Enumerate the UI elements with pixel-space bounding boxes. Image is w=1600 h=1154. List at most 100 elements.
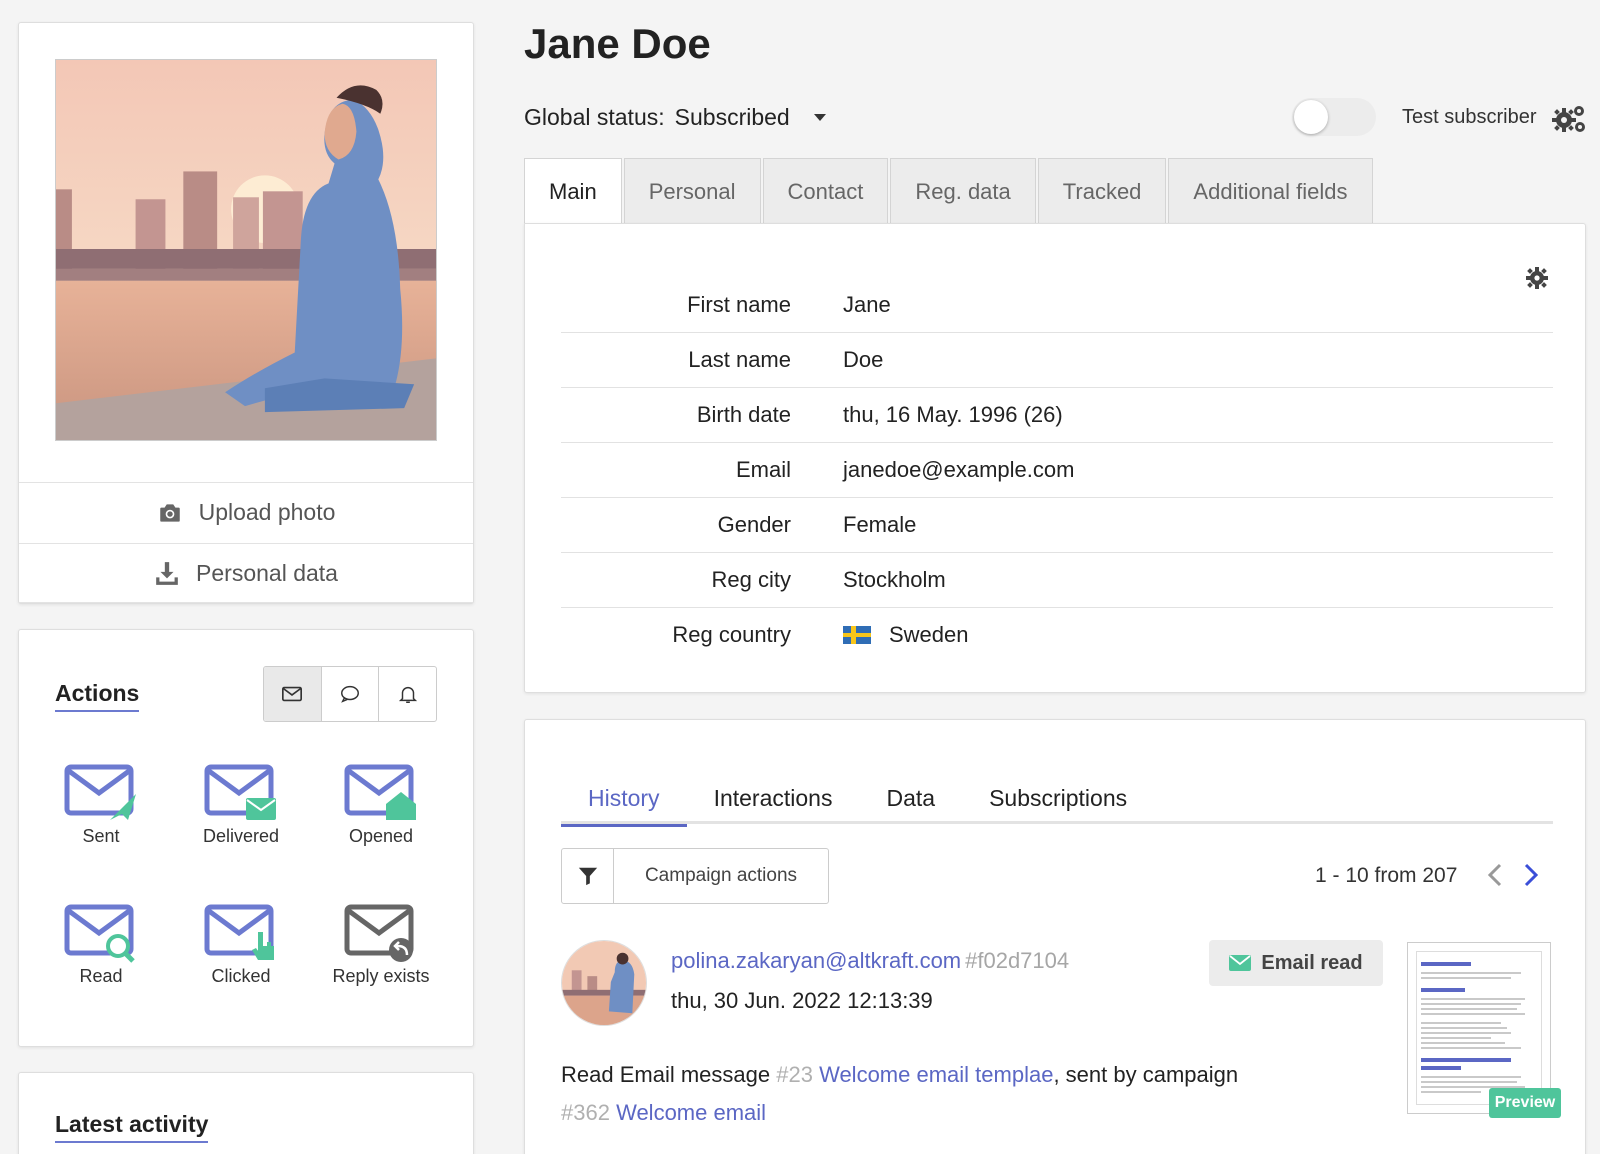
chat-bubble-icon [341,685,359,703]
field-value: Sweden [843,622,969,648]
message-link[interactable]: Welcome email templae [819,1062,1053,1087]
preview-page [1416,951,1542,1105]
filter-label: Campaign actions [644,865,798,886]
global-status-label: Global status: [524,104,665,130]
field-label: Reg country [672,622,791,647]
upload-photo-label: Upload photo [198,499,336,525]
tab-contact[interactable]: Contact [762,158,889,224]
bell-icon [398,686,417,703]
tab-main[interactable]: Main [524,158,622,225]
reg-country-value: Sweden [889,622,969,647]
field-row-first-name: First name Jane [561,278,1553,333]
avatar [561,940,647,1026]
field-label: Email [735,457,791,482]
message-id: #23 [776,1062,813,1087]
global-status-value[interactable]: Subscribed [675,104,790,131]
action-clicked[interactable]: Clicked [171,902,311,987]
action-opened[interactable]: Opened [311,762,451,847]
tab-tracked[interactable]: Tracked [1037,158,1167,224]
photo-card: Upload photo Personal data [18,22,474,604]
gender-value: Female [843,512,917,537]
activity-email-link[interactable]: polina.zakaryan@altkraft.com [671,948,961,973]
toggle-knob [1294,100,1328,134]
action-delivered-label: Delivered [202,826,280,846]
personal-data-label: Personal data [196,559,338,586]
tab-interactions[interactable]: Interactions [687,772,860,824]
field-label: Last name [688,347,791,372]
field-row-reg-country: Reg country Sweden [561,608,1553,663]
tab-personal[interactable]: Personal [623,158,761,224]
envelope-read-icon [64,904,135,963]
tab-reg-data[interactable]: Reg. data [890,158,1036,224]
campaign-actions-filter[interactable]: Campaign actions [561,848,829,904]
sweden-flag-icon [843,626,871,644]
sms-channel-button[interactable] [322,667,380,721]
field-row-gender: Gender Female [561,498,1553,553]
field-row-birth-date: Birth date thu, 16 May. 1996 (26) [561,388,1553,443]
action-read-label: Read [79,966,123,986]
activity-description: Read Email message #23 Welcome email tem… [561,1056,1261,1132]
campaign-link[interactable]: Welcome email [616,1100,766,1125]
profile-tabs: Main Personal Contact Reg. data Tracked … [524,158,1375,225]
tab-data[interactable]: Data [859,772,962,824]
birth-date-value: thu, 16 May. 1996 (26) [843,402,1063,427]
activity-date: thu, 30 Jun. 2022 12:13:39 [671,988,933,1013]
first-name-value: Jane [843,292,891,317]
envelope-icon [1229,955,1252,971]
tab-subscriptions[interactable]: Subscriptions [962,772,1154,824]
field-row-reg-city: Reg city Stockholm [561,553,1553,608]
field-label: Birth date [696,402,791,427]
envelope-opened-icon [344,764,416,820]
field-value: Stockholm [843,567,946,593]
filter-icon [562,849,614,903]
profile-photo [55,59,437,441]
field-value: Doe [843,347,883,373]
actions-title: Actions [55,680,140,712]
action-reply-exists[interactable]: Reply exists [311,902,451,987]
preview-button[interactable]: Preview [1489,1088,1561,1118]
action-read[interactable]: Read [31,902,171,987]
test-subscriber-toggle[interactable] [1292,98,1376,136]
envelope-reply-icon [344,904,414,962]
history-tabs: History Interactions Data Subscriptions [561,772,1553,827]
pagination-info: 1 - 10 from 207 [1315,864,1458,887]
field-value: Female [843,512,916,538]
settings-gears-icon[interactable] [1552,104,1586,134]
tab-history[interactable]: History [561,772,687,827]
envelope-delivered-icon [204,764,276,820]
field-label: First name [687,292,791,317]
envelope-icon [282,686,303,702]
field-row-email: Email janedoe@example.com [561,443,1553,498]
email-channel-button[interactable] [264,667,322,721]
action-clicked-label: Clicked [211,966,271,986]
latest-activity-card: Latest activity [18,1072,474,1154]
email-read-badge: Email read [1209,940,1383,986]
email-read-label: Email read [1261,951,1363,974]
upload-photo-button[interactable]: Upload photo [19,482,473,542]
profile-name: Jane Doe [524,20,711,67]
push-channel-button[interactable] [379,667,436,721]
caret-down-icon[interactable] [813,114,826,121]
action-delivered[interactable]: Delivered [171,762,311,847]
field-value: Jane [843,292,891,318]
activity-hash: #f02d7104 [965,948,1070,973]
chevron-left-icon[interactable] [1483,860,1509,890]
activity-email: polina.zakaryan@altkraft.com #f02d7104 [671,948,1069,974]
field-value: thu, 16 May. 1996 (26) [843,402,1063,428]
field-label: Gender [717,512,791,537]
action-opened-label: Opened [348,826,414,846]
activity-text-mid: , sent by campaign [1053,1062,1239,1087]
camera-icon [159,503,180,522]
latest-activity-title: Latest activity [55,1111,209,1143]
personal-data-button[interactable]: Personal data [19,543,473,603]
campaign-id: #362 [561,1100,610,1125]
chevron-right-icon[interactable] [1517,860,1543,890]
email-value: janedoe@example.com [843,457,1075,482]
global-status: Global status: Subscribed [524,104,826,131]
history-card: History Interactions Data Subscriptions … [524,719,1586,1154]
tab-additional-fields[interactable]: Additional fields [1168,158,1373,224]
action-sent[interactable]: Sent [31,762,171,847]
activity-text-prefix: Read Email message [561,1062,771,1087]
field-row-last-name: Last name Doe [561,333,1553,388]
actions-card: Actions Sent Delivered Opened Read Click… [18,629,474,1047]
